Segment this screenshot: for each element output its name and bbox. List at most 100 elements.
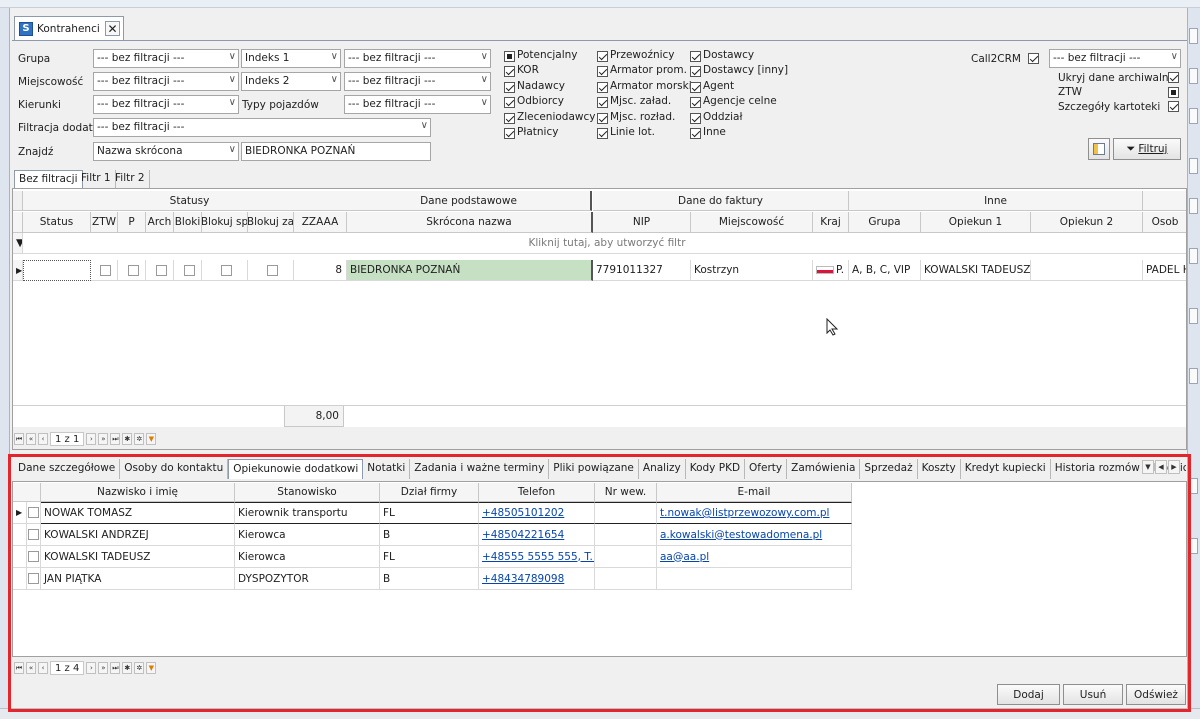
cell-name[interactable]: BIEDRONKA POZNAŃ (347, 260, 593, 281)
cell-dept[interactable]: FL (380, 546, 479, 568)
cell-email[interactable]: a.kowalski@testowadomena.pl (657, 524, 852, 546)
tab-sprzedaż[interactable]: Sprzedaż (860, 459, 918, 479)
cell-checkbox[interactable] (202, 260, 248, 281)
tab-oferty[interactable]: Oferty (745, 459, 788, 479)
row-select-cell[interactable] (27, 502, 41, 524)
filter-checkbox[interactable] (690, 51, 701, 62)
cell-name[interactable]: KOWALSKI TADEUSZ (41, 546, 235, 568)
cell-role[interactable]: DYSPOZYTOR (235, 568, 380, 590)
column-header[interactable]: P (118, 212, 146, 233)
column-header[interactable]: Status (23, 212, 91, 233)
add-record-icon[interactable]: ✱ (122, 433, 133, 445)
tab-notatki[interactable]: Notatki (363, 459, 411, 479)
cell-checkbox[interactable] (248, 260, 294, 281)
filter-checkbox[interactable] (597, 51, 608, 62)
toolbar-icon[interactable] (1189, 108, 1198, 124)
indeks1-select[interactable]: Indeks 1 ∨ (241, 49, 341, 68)
row-select-cell[interactable] (27, 568, 41, 590)
tab-pliki-powiązane[interactable]: Pliki powiązane (549, 459, 639, 479)
filter-checkbox[interactable] (597, 112, 608, 124)
column-header[interactable]: Nazwisko i imię (41, 483, 235, 502)
last-page-icon[interactable]: ⏭ (110, 433, 121, 445)
tab-zamówienia[interactable]: Zamówienia (787, 459, 861, 479)
row-checkbox[interactable] (266, 264, 278, 276)
next-page-icon[interactable]: › (86, 662, 97, 674)
prev-page-fast-icon[interactable]: « (26, 662, 36, 674)
cell-status[interactable] (23, 260, 91, 281)
cell-group[interactable]: A, B, C, VIP (849, 260, 921, 281)
row-checkbox[interactable] (127, 264, 139, 276)
cell-checkbox[interactable] (146, 260, 174, 281)
ukryj-archiwalne-checkbox[interactable] (1168, 72, 1179, 83)
delete-button[interactable]: Usuń (1063, 684, 1123, 705)
cell-osob[interactable]: PADEL HI (1143, 260, 1186, 281)
tab-kody-pkd[interactable]: Kody PKD (686, 459, 746, 479)
filter-checkbox[interactable] (504, 81, 515, 93)
next-page-fast-icon[interactable]: » (98, 662, 109, 674)
szczegoly-checkbox[interactable] (1168, 101, 1179, 112)
column-header[interactable]: Opiekun 1 (921, 212, 1031, 233)
filter-checkbox[interactable] (504, 128, 515, 139)
column-header[interactable]: Nr wew. (595, 483, 657, 502)
filter-checkbox[interactable] (504, 97, 515, 109)
last-page-icon[interactable]: ⏭ (110, 662, 121, 674)
column-header[interactable]: NIP (593, 212, 691, 233)
row-select-cell[interactable] (27, 546, 41, 568)
row-select-cell[interactable] (27, 524, 41, 546)
column-header[interactable]: Arch (146, 212, 174, 233)
prev-page-icon[interactable]: ‹ (38, 662, 48, 674)
cell-email[interactable]: t.nowak@listprzewozowy.com.pl (657, 502, 852, 524)
column-chooser-icon[interactable] (13, 212, 23, 233)
tab-bez-filtracji[interactable]: Bez filtracji (14, 170, 83, 188)
cell-zzaaa[interactable]: 8 (294, 260, 347, 281)
add-record-icon[interactable]: ✱ (122, 662, 133, 674)
toolbar-icon[interactable] (1189, 158, 1198, 174)
column-header[interactable]: ZTW (91, 212, 118, 233)
column-header[interactable]: Opiekun 2 (1031, 212, 1143, 233)
toolbar-icon[interactable] (1189, 28, 1198, 44)
cell-checkbox[interactable] (91, 260, 118, 281)
column-header[interactable]: Kraj (813, 212, 849, 233)
tab-dane-szczegółowe[interactable]: Dane szczegółowe (14, 459, 121, 479)
tab-osoby-do-kontaktu[interactable]: Osoby do kontaktu (120, 459, 229, 479)
cell-opiekun1[interactable]: KOWALSKI TADEUSZ (921, 260, 1031, 281)
filter-checkbox[interactable] (504, 112, 515, 124)
kierunki-select[interactable]: --- bez filtracji --- ∨ (93, 95, 239, 114)
tab-zadania-i-ważne-terminy[interactable]: Zadania i ważne terminy (410, 459, 550, 479)
cell-name[interactable]: JAN PIĄTKA (41, 568, 235, 590)
filter-row-hint[interactable]: Kliknij tutaj, aby utworzyć filtr (23, 233, 1186, 254)
tab-kredyt-kupiecki[interactable]: Kredyt kupiecki (961, 459, 1051, 479)
refresh-button[interactable]: Odśwież (1126, 684, 1186, 705)
filter-checkbox[interactable] (504, 66, 515, 78)
row-checkbox[interactable] (155, 264, 167, 276)
column-header[interactable]: Grupa (849, 212, 921, 233)
cell-phone[interactable]: +48555 5555 555, T... (479, 546, 595, 568)
filter-checkbox[interactable] (690, 66, 701, 78)
column-header[interactable]: Stanowisko (235, 483, 380, 502)
call2crm-select[interactable]: --- bez filtracji --- ∨ (1049, 49, 1181, 68)
filtracja-dodat-select[interactable]: --- bez filtracji --- ∨ (93, 118, 431, 137)
column-header[interactable]: Blokuj za (248, 212, 294, 233)
cell-role[interactable]: Kierowca (235, 546, 380, 568)
tab-analizy[interactable]: Analizy (639, 459, 686, 479)
cell-city[interactable]: Kostrzyn (691, 260, 813, 281)
row-checkbox[interactable] (28, 551, 39, 562)
call2crm-checkbox[interactable] (1028, 53, 1039, 64)
filter-checkbox[interactable] (504, 51, 515, 62)
column-header[interactable]: Bloki (174, 212, 202, 233)
filter-checkbox[interactable] (690, 97, 701, 109)
prev-page-fast-icon[interactable]: « (26, 433, 36, 445)
column-header[interactable]: Skrócona nazwa (347, 212, 593, 233)
column-header[interactable]: Miejscowość (691, 212, 813, 233)
column-header[interactable]: E-mail (657, 483, 852, 502)
columns-settings-button[interactable] (1088, 138, 1110, 160)
filter-checkbox[interactable] (597, 97, 608, 109)
toolbar-icon[interactable] (1189, 198, 1198, 214)
grupa-select[interactable]: --- bez filtracji --- ∨ (93, 49, 239, 68)
filter-record-icon[interactable]: ✲ (134, 433, 145, 445)
cell-ext[interactable] (595, 568, 657, 590)
indeks1-filter-select[interactable]: --- bez filtracji --- ∨ (344, 49, 491, 68)
cell-role[interactable]: Kierowca (235, 524, 380, 546)
filter-checkbox[interactable] (597, 81, 608, 93)
cell-nip[interactable]: 7791011327 (593, 260, 691, 281)
